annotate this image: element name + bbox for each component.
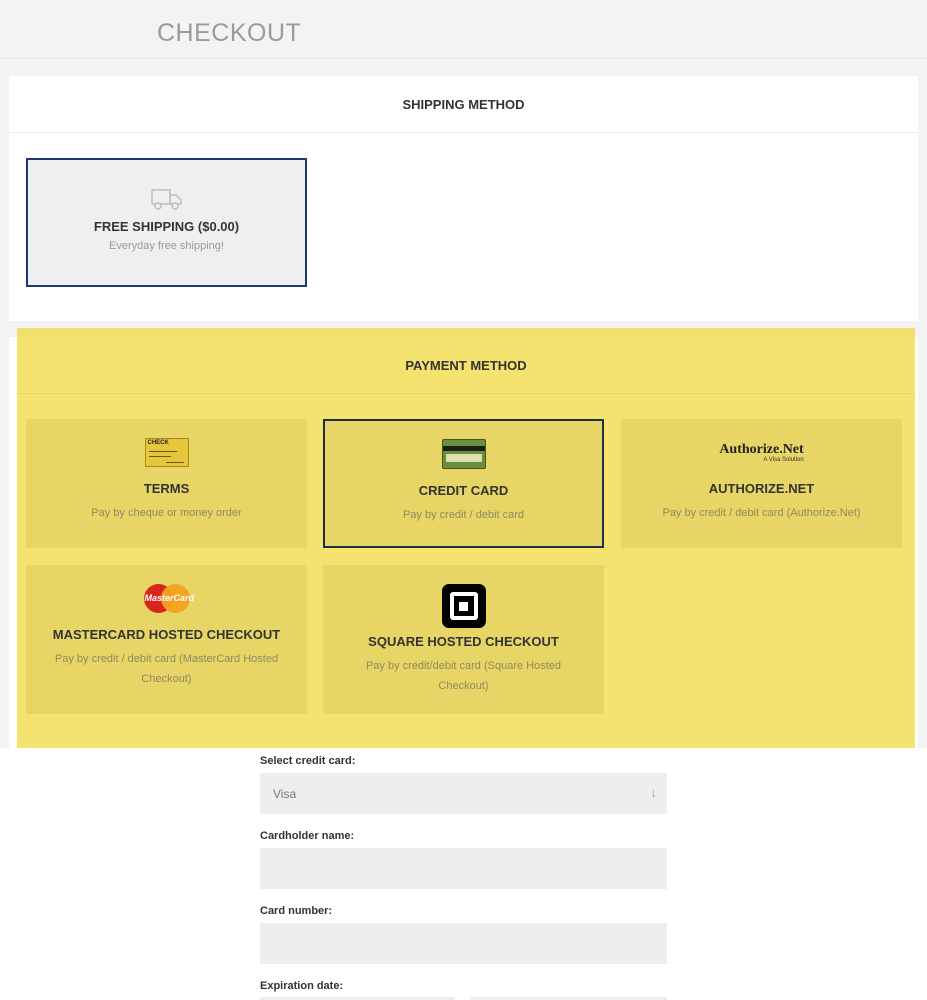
payment-option-title: CREDIT CARD <box>418 483 509 498</box>
payment-option-title: SQUARE HOSTED CHECKOUT <box>368 634 559 649</box>
cardholder-name-label: Cardholder name: <box>260 830 355 842</box>
credit-card-icon <box>441 439 486 469</box>
page-title: CHECKOUT <box>157 19 302 47</box>
free-shipping-option[interactable]: FREE SHIPPING ($0.00) Everyday free ship… <box>26 158 307 287</box>
credit-card-type-select[interactable]: Visa ↓ <box>260 773 667 814</box>
payment-option-title: MASTERCARD HOSTED CHECKOUT <box>52 627 281 642</box>
check-logo-text: CHECK <box>147 439 169 446</box>
payment-option-terms[interactable]: CHECK TERMS Pay by cheque or money order <box>26 419 307 548</box>
payment-option-credit-card[interactable]: CREDIT CARD Pay by credit / debit card <box>323 419 604 548</box>
mastercard-logo-text: MasterCard <box>144 592 195 603</box>
payment-option-desc: Pay by credit / debit card <box>402 509 525 521</box>
authorize-net-logo-text: Authorize.Net <box>719 441 804 457</box>
shipping-option-desc: Everyday free shipping! <box>109 240 224 252</box>
truck-icon <box>150 189 182 210</box>
arrow-down-icon: ↓ <box>650 785 658 800</box>
expiration-date-label: Expiration date: <box>260 980 344 992</box>
card-number-label: Card number: <box>260 905 333 917</box>
payment-option-title: TERMS <box>143 481 190 496</box>
authorize-net-logo-icon: Authorize.Net A Visa Solution <box>719 442 803 463</box>
shipping-method-panel: SHIPPING METHOD FREE SHIPPING ($0.00) Ev… <box>9 76 918 321</box>
payment-option-title: AUTHORIZE.NET <box>708 481 815 496</box>
payment-method-heading: PAYMENT METHOD <box>17 337 915 394</box>
square-logo-icon <box>441 584 486 628</box>
credit-card-type-value: Visa <box>273 786 297 801</box>
payment-option-desc: Pay by cheque or money order <box>91 507 242 519</box>
payment-option-desc: Pay by credit / debit card (MasterCard H… <box>54 653 279 685</box>
mastercard-logo-icon: MasterCard <box>143 583 194 613</box>
payment-option-mastercard[interactable]: MasterCard MASTERCARD HOSTED CHECKOUT Pa… <box>26 565 307 714</box>
payment-option-authorize-net[interactable]: Authorize.Net A Visa Solution AUTHORIZE.… <box>621 419 902 548</box>
shipping-method-heading: SHIPPING METHOD <box>9 76 918 133</box>
payment-option-square[interactable]: SQUARE HOSTED CHECKOUT Pay by credit/deb… <box>323 565 604 714</box>
authorize-net-logo-subtext: A Visa Solution <box>763 456 804 463</box>
shipping-option-title: FREE SHIPPING ($0.00) <box>93 219 240 234</box>
payment-option-desc: Pay by credit / debit card (Authorize.Ne… <box>662 507 861 519</box>
header-divider <box>0 58 927 59</box>
check-logo-icon: CHECK <box>144 437 189 467</box>
cardholder-name-input[interactable] <box>260 848 667 889</box>
card-number-input[interactable] <box>260 923 667 964</box>
payment-option-desc: Pay by credit/debit card (Square Hosted … <box>365 660 562 692</box>
select-credit-card-label: Select credit card: <box>260 755 356 767</box>
